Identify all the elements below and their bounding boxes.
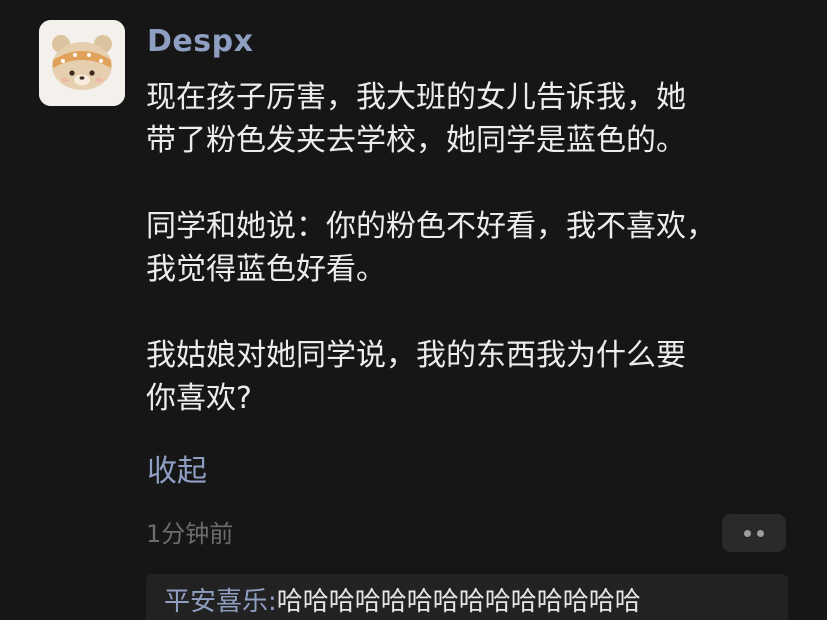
post-content: 现在孩子厉害，我大班的女儿告诉我，她 带了粉色发夹去学校，她同学是蓝色的。 同学… [146,76,806,420]
post-timestamp: 1分钟前 [146,520,234,548]
comment-item: 平安喜乐:哈哈哈哈哈哈哈哈哈哈哈哈哈哈 [164,582,641,620]
post-paragraph: 同学和她说：你的粉色不好看，我不喜欢， 我觉得蓝色好看。 [146,209,716,287]
collapse-link[interactable]: 收起 [147,450,207,494]
username[interactable]: Despx [147,22,253,62]
more-options-button[interactable] [722,514,786,552]
comment-author[interactable]: 平安喜乐 [164,587,268,617]
comment-preview[interactable]: 平安喜乐:哈哈哈哈哈哈哈哈哈哈哈哈哈哈 [146,574,788,620]
more-dots-icon [741,529,767,537]
comment-separator: : [268,587,277,617]
user-avatar[interactable] [39,20,125,106]
post-paragraph: 我姑娘对她同学说，我的东西我为什么要 你喜欢? [146,338,686,416]
post-paragraph: 现在孩子厉害，我大班的女儿告诉我，她 带了粉色发夹去学校，她同学是蓝色的。 [146,80,686,158]
bear-avatar-icon [39,20,125,106]
comment-text: 哈哈哈哈哈哈哈哈哈哈哈哈哈哈 [276,587,641,617]
